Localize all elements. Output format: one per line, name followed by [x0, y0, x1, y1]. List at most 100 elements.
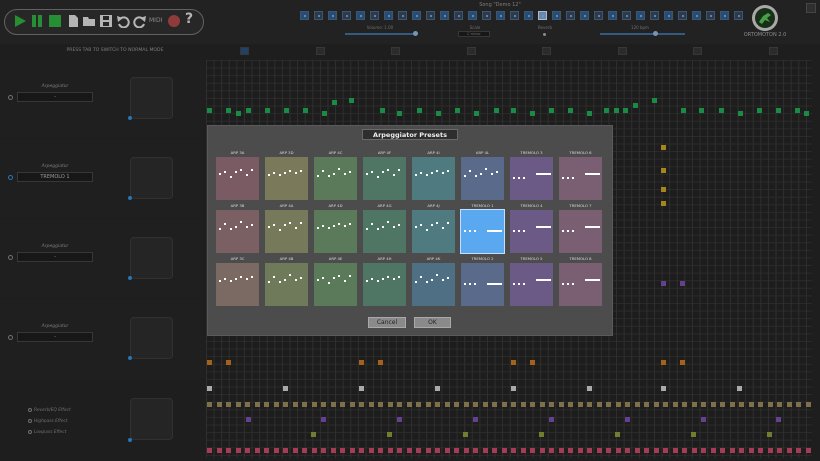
preset-tile[interactable]: [461, 157, 504, 200]
preset-name: ARP 4A: [279, 203, 294, 208]
preset-tile[interactable]: [265, 157, 308, 200]
pattern-dot: [415, 281, 417, 283]
pattern-dot: [393, 226, 395, 228]
pattern-dot: [475, 175, 477, 177]
pattern-dot: [377, 228, 379, 230]
pattern-dot: [333, 277, 335, 279]
pattern-dot: [273, 224, 275, 226]
preset-tile[interactable]: [460, 209, 505, 254]
pattern-dot: [240, 169, 242, 171]
pattern-dot: [387, 221, 389, 223]
cancel-button[interactable]: Cancel: [368, 317, 406, 328]
preset-name: ARP 4K: [426, 256, 441, 261]
preset-tile[interactable]: [314, 210, 357, 253]
pattern-dot: [322, 170, 324, 172]
pattern-dot: [382, 226, 384, 228]
preset-tile[interactable]: [216, 210, 259, 253]
pattern-dot: [284, 279, 286, 281]
pattern-dot: [387, 169, 389, 171]
preset-name: TREMOLO 1: [471, 203, 494, 208]
pattern-dot: [349, 275, 351, 277]
pattern-dot: [251, 224, 253, 226]
pattern-dot: [393, 174, 395, 176]
ok-button[interactable]: OK: [414, 317, 451, 328]
preset-tile[interactable]: [510, 157, 553, 200]
preset-tile[interactable]: [412, 263, 455, 306]
pattern-dot: [289, 274, 291, 276]
preset-tile[interactable]: [559, 263, 602, 306]
pattern-dot: [523, 230, 525, 232]
preset-tile[interactable]: [363, 210, 406, 253]
pattern-dot: [338, 168, 340, 170]
preset-name: TREMOLO 5: [520, 256, 543, 261]
pattern-dot: [322, 225, 324, 227]
preset-tile[interactable]: [461, 263, 504, 306]
preset-tile[interactable]: [363, 263, 406, 306]
pattern-dot: [436, 222, 438, 224]
pattern-dot: [224, 223, 226, 225]
pattern-dot: [523, 177, 525, 179]
preset-name: ARP 4B: [279, 256, 294, 261]
pattern-dot: [230, 228, 232, 230]
pattern-dot: [572, 177, 574, 179]
pattern-dot: [513, 230, 515, 232]
preset-tile[interactable]: [412, 157, 455, 200]
pattern-dot: [518, 177, 520, 179]
pattern-dot: [382, 171, 384, 173]
preset-tile[interactable]: [363, 157, 406, 200]
preset-tile[interactable]: [314, 157, 357, 200]
pattern-dot: [300, 277, 302, 279]
preset-name: ARP 4G: [377, 203, 392, 208]
pattern-dot: [420, 224, 422, 226]
pattern-dot: [426, 174, 428, 176]
pattern-dot: [426, 229, 428, 231]
preset-tile[interactable]: [559, 210, 602, 253]
pattern-dot: [349, 171, 351, 173]
pattern-dot: [235, 226, 237, 228]
pattern-dot: [230, 280, 232, 282]
preset-tile[interactable]: [216, 157, 259, 200]
pattern-dot: [464, 283, 466, 285]
pattern-dot: [415, 174, 417, 176]
pattern-dot: [273, 172, 275, 174]
pattern-dot: [328, 175, 330, 177]
preset-tile[interactable]: [510, 263, 553, 306]
pattern-dot: [377, 176, 379, 178]
preset-tile[interactable]: [412, 210, 455, 253]
pattern-dot: [219, 280, 221, 282]
pattern-dot: [572, 230, 574, 232]
pattern-dot: [426, 281, 428, 283]
pattern-dot: [518, 283, 520, 285]
preset-tile[interactable]: [265, 263, 308, 306]
pattern-dot: [572, 283, 574, 285]
pattern-bar: [536, 226, 551, 228]
pattern-dot: [371, 223, 373, 225]
pattern-bar: [585, 279, 600, 281]
pattern-dot: [377, 280, 379, 282]
pattern-dot: [513, 177, 515, 179]
preset-name: TREMOLO 6: [569, 150, 592, 155]
preset-name: TREMOLO 7: [569, 203, 592, 208]
preset-tile[interactable]: [510, 210, 553, 253]
pattern-dot: [240, 221, 242, 223]
preset-name: TREMOLO 2: [471, 256, 494, 261]
preset-tile[interactable]: [559, 157, 602, 200]
preset-tile[interactable]: [265, 210, 308, 253]
pattern-dot: [279, 229, 281, 231]
preset-name: ARP 4D: [328, 203, 343, 208]
preset-tile[interactable]: [216, 263, 259, 306]
pattern-dot: [289, 170, 291, 172]
preset-tile[interactable]: [314, 263, 357, 306]
pattern-dot: [338, 275, 340, 277]
pattern-dot: [562, 177, 564, 179]
pattern-dot: [344, 225, 346, 227]
pattern-bar: [585, 173, 600, 175]
pattern-dot: [279, 174, 281, 176]
pattern-dot: [431, 279, 433, 281]
pattern-dot: [300, 222, 302, 224]
preset-name: TREMOLO 3: [520, 150, 543, 155]
pattern-dot: [371, 171, 373, 173]
pattern-dot: [420, 172, 422, 174]
pattern-dot: [224, 171, 226, 173]
pattern-dot: [447, 170, 449, 172]
